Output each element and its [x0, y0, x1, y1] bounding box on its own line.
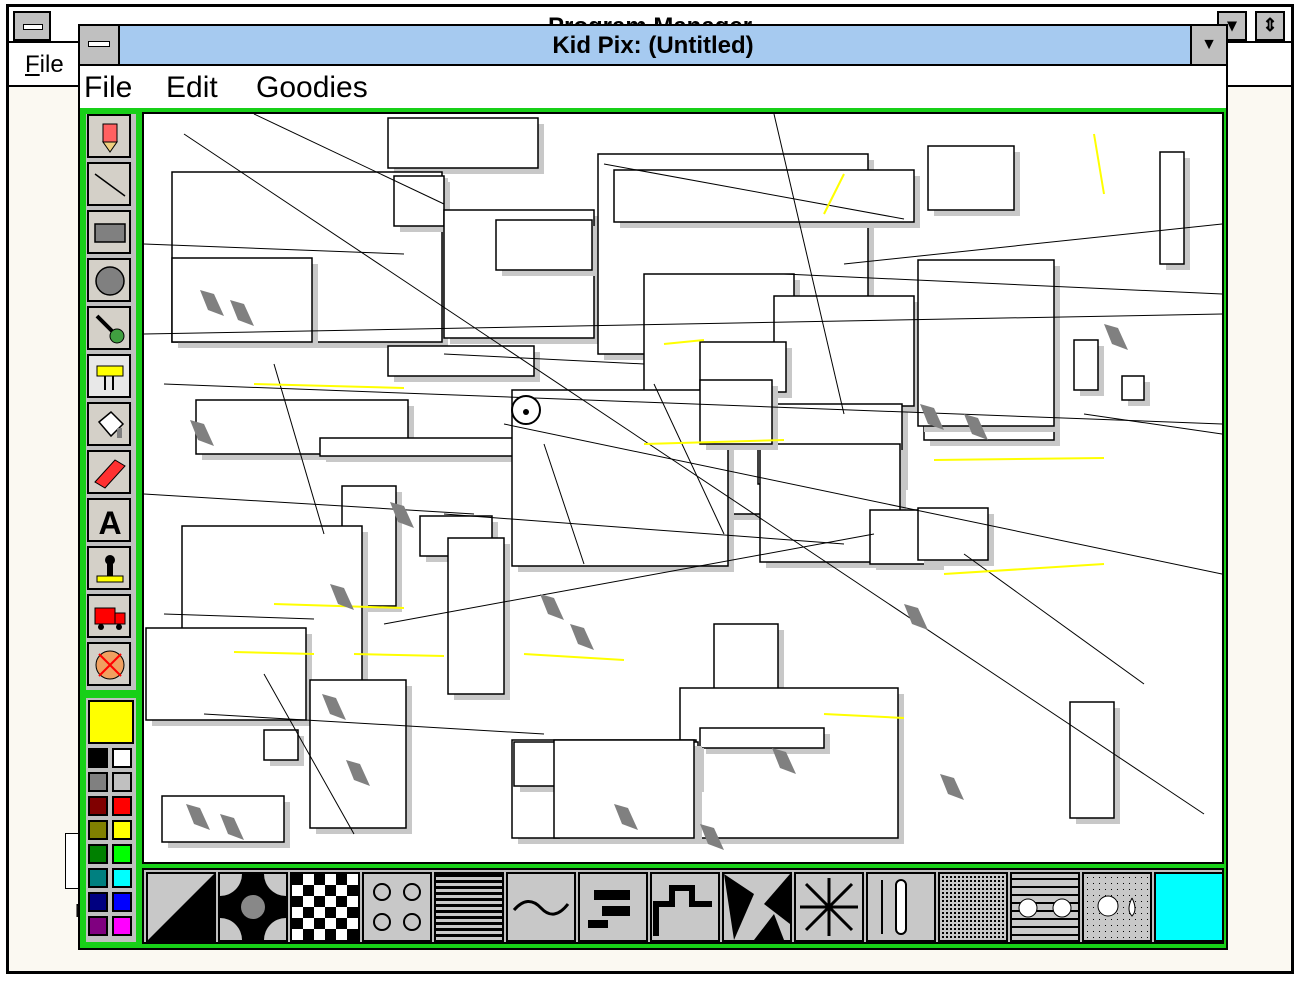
blocks-option[interactable]	[578, 872, 648, 942]
color-palette	[86, 698, 136, 942]
faces-icon	[1012, 878, 1078, 936]
restore-icon[interactable]: ⇕	[1255, 11, 1285, 41]
rectangle-tool[interactable]	[87, 210, 131, 254]
tool-palette: A	[86, 114, 136, 690]
rectangle-icon	[94, 223, 126, 243]
color-swatch[interactable]	[88, 748, 108, 768]
eraser-icon	[94, 459, 126, 489]
paint-can-tool[interactable]	[87, 402, 131, 446]
moving-van-tool[interactable]	[87, 594, 131, 638]
diagonal-split-option[interactable]	[146, 872, 216, 942]
color-swatch[interactable]	[88, 868, 108, 888]
stairs-icon	[653, 885, 712, 936]
thin-line-icon	[881, 879, 907, 935]
canvas-artwork	[144, 114, 1222, 850]
color-swatch[interactable]	[88, 820, 108, 840]
circles-icon	[220, 874, 286, 940]
color-swatch[interactable]	[112, 748, 132, 768]
diagonal-split-icon	[148, 874, 214, 940]
shatter-option[interactable]	[722, 872, 792, 942]
flowers-option[interactable]	[362, 872, 432, 942]
menu-file[interactable]: File	[25, 51, 64, 79]
pencil-icon	[102, 123, 118, 153]
color-swatch[interactable]	[88, 892, 108, 912]
text-tool[interactable]: A	[87, 498, 131, 542]
maximize-icon[interactable]: ▼	[1190, 26, 1226, 64]
oval-icon	[95, 266, 125, 296]
undo-guy-tool[interactable]	[87, 642, 131, 686]
checkerboard-icon	[292, 874, 358, 940]
system-menu-button[interactable]	[13, 11, 51, 41]
color-swatch[interactable]	[112, 820, 132, 840]
faces-option[interactable]	[1010, 872, 1080, 942]
brush-icon	[95, 314, 125, 344]
color-swatch[interactable]	[88, 796, 108, 816]
kidpix-title: Kid Pix: (Untitled)	[80, 26, 1226, 66]
invert-color-icon	[1156, 874, 1222, 940]
current-color	[88, 700, 134, 744]
explode-icon	[800, 878, 858, 936]
flowers-icon	[373, 883, 421, 931]
dots-icon	[942, 876, 1004, 938]
oval-tool[interactable]	[87, 258, 131, 302]
color-swatch[interactable]	[112, 796, 132, 816]
letter-a-icon: A	[98, 505, 121, 538]
stamp-icon	[96, 555, 124, 583]
color-swatch[interactable]	[112, 772, 132, 792]
color-swatch[interactable]	[112, 844, 132, 864]
electric-mixer-tool[interactable]	[87, 354, 131, 398]
color-swatch[interactable]	[112, 892, 132, 912]
wave-icon	[512, 900, 570, 916]
undo-face-icon	[95, 650, 125, 680]
text-tool-label: A	[98, 505, 121, 538]
blocks-icon	[588, 890, 630, 928]
eraser-tool[interactable]	[87, 450, 131, 494]
invert-color-option[interactable]	[1154, 872, 1224, 942]
snowflake-icon	[1087, 877, 1148, 938]
pencil-tool[interactable]	[87, 114, 131, 158]
checkerboard-option[interactable]	[290, 872, 360, 942]
color-swatch[interactable]	[88, 844, 108, 864]
color-swatch[interactable]	[112, 916, 132, 936]
truck-icon	[94, 607, 126, 630]
thin-line-option[interactable]	[866, 872, 936, 942]
menu-goodies[interactable]: Goodies	[256, 68, 368, 108]
color-swatch[interactable]	[88, 916, 108, 936]
shatter-icon	[724, 874, 790, 940]
stripes-icon	[436, 874, 502, 937]
menu-file[interactable]: File	[84, 68, 132, 108]
line-icon	[94, 173, 126, 197]
stripes-option[interactable]	[434, 872, 504, 942]
snowflake-option[interactable]	[1082, 872, 1152, 942]
dots-option[interactable]	[938, 872, 1008, 942]
mixer-icon	[96, 365, 124, 390]
drawing-canvas[interactable]	[142, 112, 1224, 864]
color-swatch[interactable]	[112, 868, 132, 888]
system-menu-button[interactable]	[80, 26, 120, 64]
kidpix-menubar	[80, 66, 1226, 108]
stamp-tool[interactable]	[87, 546, 131, 590]
color-swatch[interactable]	[88, 772, 108, 792]
wacky-brush-tool[interactable]	[87, 306, 131, 350]
paint-can-icon	[97, 410, 125, 438]
wave-option[interactable]	[506, 872, 576, 942]
tool-options-strip	[142, 868, 1224, 944]
stairs-option[interactable]	[650, 872, 720, 942]
line-tool[interactable]	[87, 162, 131, 206]
menu-edit[interactable]: Edit	[166, 68, 218, 108]
circles-option[interactable]	[218, 872, 288, 942]
explode-option[interactable]	[794, 872, 864, 942]
kidpix-window: Kid Pix: (Untitled) ▼ File Edit Goodies	[78, 24, 1228, 950]
